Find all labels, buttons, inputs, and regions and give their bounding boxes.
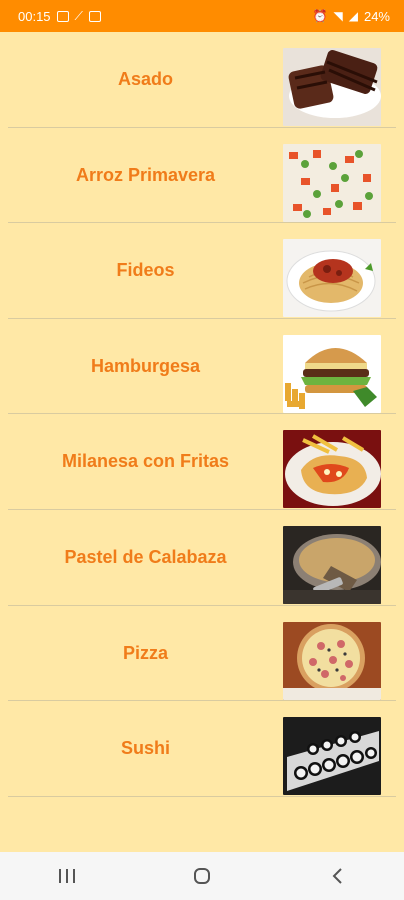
signal-icon: ◢: [348, 9, 358, 23]
sushi-photo: [283, 717, 381, 796]
list-item[interactable]: Arroz Primavera: [0, 128, 404, 224]
navigation-bar: [0, 852, 404, 900]
dish-name: Asado: [117, 69, 173, 89]
list-item[interactable]: Sushi: [0, 701, 404, 797]
dish-name: Milanesa con Fritas: [61, 451, 230, 472]
home-icon[interactable]: [172, 856, 232, 896]
list-item[interactable]: Milanesa con Fritas: [0, 414, 404, 510]
milanesa-photo: [283, 430, 381, 509]
app-icon: [88, 10, 101, 22]
wifi-icon: ◥: [333, 9, 343, 23]
alarm-icon: ⏰: [312, 9, 328, 23]
clock: 00:15: [18, 8, 51, 24]
list-item[interactable]: Asado: [0, 32, 404, 128]
grilled-meat-photo: [283, 48, 381, 126]
back-icon[interactable]: [307, 856, 367, 896]
dish-list: Asado Arroz Primavera Fideos Hamburgesa …: [0, 32, 404, 797]
dish-name: Hamburgesa: [90, 355, 201, 376]
list-item[interactable]: Hamburgesa: [0, 319, 404, 415]
dish-name: Fideos: [116, 260, 175, 281]
dish-name: Pizza: [122, 642, 169, 663]
dish-name: Arroz Primavera: [75, 164, 216, 185]
hamburger-photo: [283, 334, 381, 413]
list-item[interactable]: Fideos: [0, 223, 404, 319]
list-item[interactable]: Pastel de Calabaza: [0, 510, 404, 606]
recent-apps-icon[interactable]: [37, 856, 97, 896]
battery-level: 24%: [363, 8, 390, 24]
signal-off-icon: ⟋: [74, 9, 83, 23]
status-bar: 00:15 ⟋ ⏰ ◥ ◢ 24%: [0, 0, 404, 32]
pumpkin-pie-photo: [283, 525, 381, 604]
list-item[interactable]: Pizza: [0, 606, 404, 702]
pizza-photo: [283, 621, 381, 700]
dish-name: Pastel de Calabaza: [64, 546, 227, 567]
dish-name: Sushi: [120, 738, 170, 759]
rice-salad-photo: [283, 143, 381, 222]
image-icon: [56, 10, 69, 22]
divider: [8, 795, 396, 797]
spaghetti-photo: [283, 239, 381, 318]
